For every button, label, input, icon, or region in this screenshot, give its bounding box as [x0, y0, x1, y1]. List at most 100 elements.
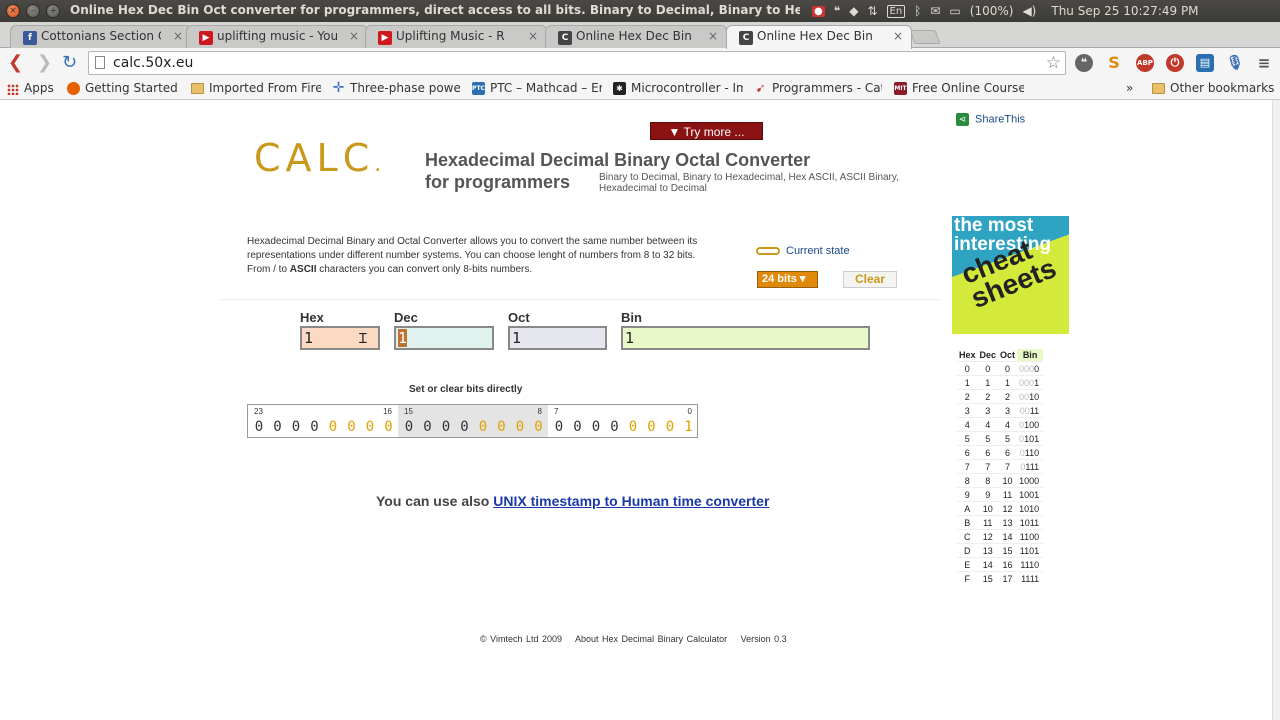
table-cell: 16 — [998, 557, 1018, 572]
browser-tab-hex-calc-active[interactable]: C Online Hex Dec Bin Oct × — [726, 25, 912, 49]
tab-close-icon[interactable]: × — [893, 29, 903, 43]
hex-input[interactable]: 1 — [300, 326, 380, 350]
table-cell: 0111 — [1017, 459, 1044, 474]
bookmark-apps[interactable]: Apps — [6, 81, 54, 95]
tab-close-icon[interactable]: × — [528, 29, 538, 43]
table-cell: 9 — [957, 487, 978, 502]
bit-toggle[interactable]: 1 — [680, 419, 698, 435]
table-row: 2 2 2 0010 — [957, 389, 1044, 404]
bookmark-label: Free Online Course — [912, 81, 1024, 95]
bit-toggle[interactable]: 0 — [419, 419, 437, 435]
try-more-button[interactable]: ▼ Try more ... — [650, 122, 763, 140]
menu-icon[interactable]: ≡ — [1255, 54, 1273, 72]
dropbox-indicator-icon[interactable]: ◆ — [849, 4, 858, 18]
extension-translate-icon[interactable]: ▤ — [1196, 54, 1214, 72]
bookmark-getting-started[interactable]: Getting Started — [67, 81, 183, 95]
window-close-button[interactable]: × — [6, 4, 20, 18]
bookmark-free-online-course[interactable]: MIT Free Online Course — [894, 81, 1024, 95]
bookmark-imported-from-firefox[interactable]: Imported From Firefox — [191, 81, 321, 95]
bit-toggle[interactable]: 0 — [550, 419, 568, 435]
bit-toggle[interactable]: 0 — [530, 419, 548, 435]
bit-toggle[interactable]: 0 — [361, 419, 379, 435]
bit-toggle[interactable]: 0 — [343, 419, 361, 435]
bookmark-ptc-mathcad[interactable]: PTC PTC – Mathcad – En — [472, 81, 602, 95]
table-row: 3 3 3 0011 — [957, 403, 1044, 418]
bit-toggle[interactable]: 0 — [587, 419, 605, 435]
bit-toggle[interactable]: 0 — [269, 419, 287, 435]
address-bar-url[interactable]: calc.50x.eu — [113, 55, 193, 71]
calc-logo[interactable]: CALC. — [254, 136, 386, 180]
dec-input[interactable]: 1 — [394, 326, 494, 350]
table-cell: 1011 — [1017, 515, 1044, 530]
browser-tab-uplifting-music[interactable]: ▶ Uplifting Music - R × — [365, 25, 547, 48]
clear-button[interactable]: Clear — [843, 271, 897, 288]
bit-length-select[interactable]: 24 bits ▾ — [757, 271, 818, 288]
keyboard-language-indicator[interactable]: En — [886, 4, 906, 18]
bluetooth-icon[interactable]: ᛒ — [914, 4, 921, 18]
bit-toggle[interactable]: 0 — [511, 419, 529, 435]
microphone-icon[interactable]: 🎙 — [1226, 54, 1244, 72]
bit-toggle[interactable]: 0 — [643, 419, 661, 435]
window-minimize-button[interactable]: – — [26, 4, 40, 18]
bit-index-label: 7 — [554, 407, 559, 416]
bit-toggle[interactable]: 0 — [250, 419, 268, 435]
extension-power-icon[interactable]: ⏻ — [1166, 54, 1184, 72]
window-maximize-button[interactable]: + — [46, 4, 60, 18]
bookmark-programmers-cat[interactable]: ➹ Programmers - Cat — [754, 81, 882, 95]
bit-toggle[interactable]: 0 — [306, 419, 324, 435]
reference-column-header: Bin — [1017, 349, 1044, 362]
bit-toggle[interactable]: 0 — [437, 419, 455, 435]
bit-toggle[interactable]: 0 — [456, 419, 474, 435]
share-this-link[interactable]: ⋖ ShareThis — [956, 113, 1025, 126]
bookmark-other-bookmarks[interactable]: Other bookmarks — [1152, 81, 1276, 95]
network-transfer-icon[interactable]: ⇅ — [867, 4, 877, 18]
forward-icon[interactable]: ❯ — [37, 52, 52, 73]
footer-about-link[interactable]: About Hex Decimal Binary Calculator — [575, 634, 727, 644]
table-row: 1 1 1 0001 — [957, 375, 1044, 390]
tab-close-icon[interactable]: × — [349, 29, 359, 43]
bit-toggle[interactable]: 0 — [661, 419, 679, 435]
address-bar[interactable]: calc.50x.eu ☆ — [88, 51, 1066, 75]
new-tab-button[interactable] — [909, 30, 941, 44]
extension-s-icon[interactable]: S — [1105, 54, 1123, 72]
adblock-icon[interactable]: ABP — [1136, 54, 1154, 72]
os-clock[interactable]: Thu Sep 25 10:27:49 PM — [1051, 4, 1198, 18]
tab-close-icon[interactable]: × — [708, 29, 718, 43]
bit-toggle[interactable]: 0 — [569, 419, 587, 435]
unix-timestamp-link[interactable]: UNIX timestamp to Human time converter — [493, 493, 769, 509]
record-indicator-icon[interactable]: ● — [812, 5, 825, 17]
bit-toggle[interactable]: 0 — [474, 419, 492, 435]
table-row: 5 5 5 0101 — [957, 431, 1044, 446]
cheat-sheets-ad[interactable]: the most interesting cheat sheets — [952, 216, 1069, 334]
bookmark-three-phase[interactable]: ✛ Three-phase power — [332, 81, 460, 95]
back-icon[interactable]: ❮ — [8, 52, 23, 73]
bit-toggle[interactable]: 0 — [624, 419, 642, 435]
oct-input[interactable]: 1 — [508, 326, 607, 350]
table-cell: 0110 — [1017, 445, 1044, 460]
bit-toggle[interactable]: 0 — [324, 419, 342, 435]
table-row: B 11 13 1011 — [957, 515, 1044, 530]
bin-input[interactable]: 1 — [621, 326, 870, 350]
page-scrollbar[interactable] — [1272, 100, 1280, 720]
bookmark-microcontroller[interactable]: ✱ Microcontroller - Im — [613, 81, 743, 95]
browser-tab-cottonians[interactable]: f Cottonians Section C × — [10, 25, 192, 48]
page-title-line2: for programmers — [425, 172, 571, 192]
battery-icon[interactable]: ▭ — [949, 4, 960, 18]
bit-toggle[interactable]: 0 — [400, 419, 418, 435]
bit-toggle[interactable]: 0 — [287, 419, 305, 435]
bit-toggle[interactable]: 0 — [493, 419, 511, 435]
bookmark-star-icon[interactable]: ☆ — [1046, 53, 1061, 73]
mail-icon[interactable]: ✉ — [930, 4, 940, 18]
table-cell: 1010 — [1017, 501, 1044, 516]
tab-close-icon[interactable]: × — [173, 29, 183, 43]
chat-indicator-icon[interactable]: ❝ — [834, 4, 840, 18]
extension-chat-icon[interactable]: ❝ — [1075, 54, 1093, 72]
browser-tab-uplifting-youtube[interactable]: ▶ uplifting music - YouTube × — [186, 25, 368, 48]
bit-toggle[interactable]: 0 — [606, 419, 624, 435]
bookmarks-overflow-chevron[interactable]: » — [1126, 81, 1133, 95]
reload-icon[interactable]: ↻ — [62, 52, 77, 73]
volume-icon[interactable]: ◀) — [1022, 4, 1036, 18]
bit-toggle[interactable]: 0 — [380, 419, 398, 435]
current-state-link[interactable]: Current state — [756, 245, 850, 257]
browser-tab-hex-calc-1[interactable]: C Online Hex Dec Bin Oct × — [545, 25, 727, 48]
